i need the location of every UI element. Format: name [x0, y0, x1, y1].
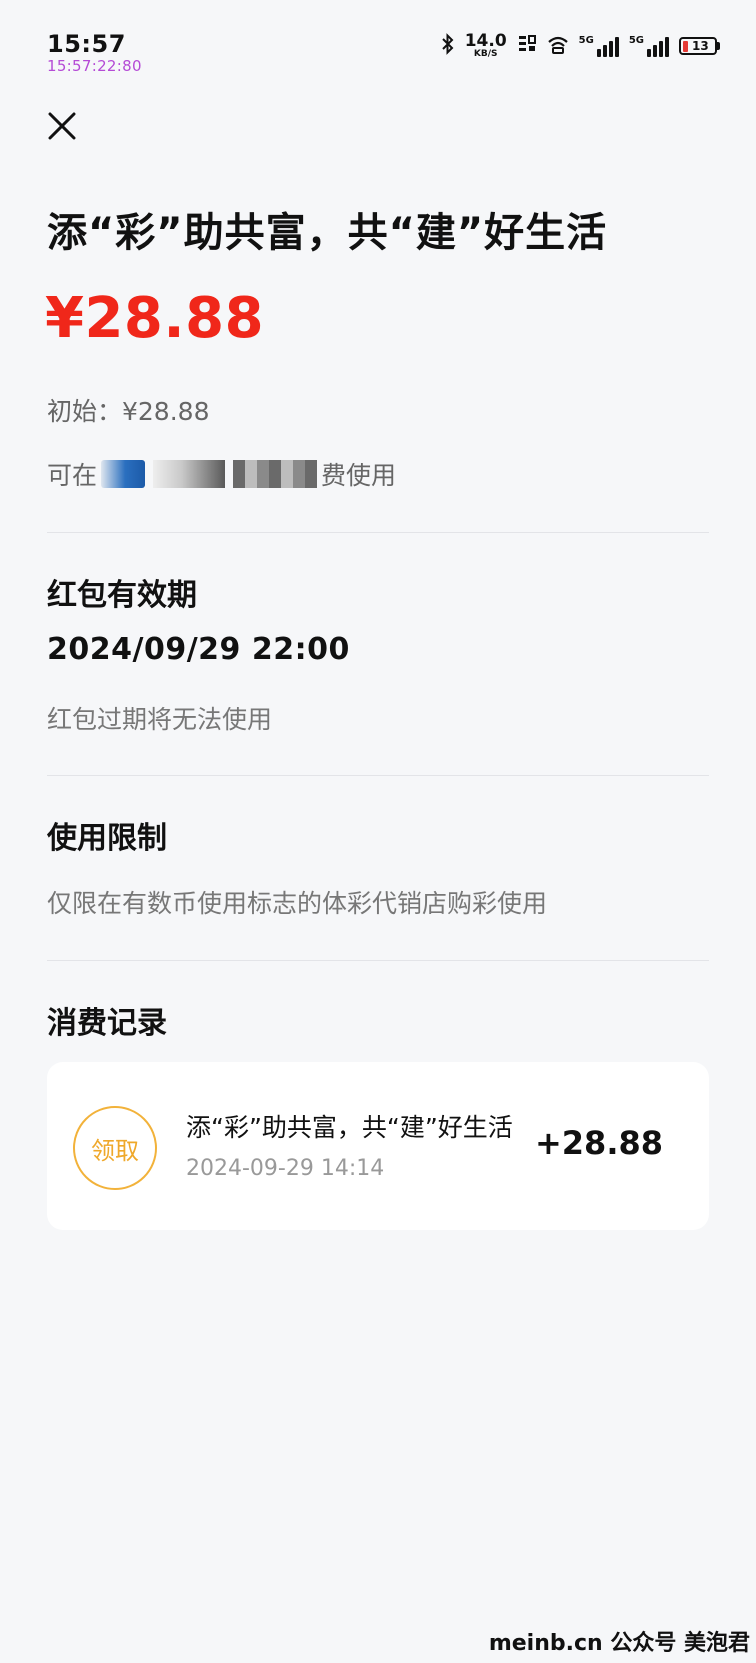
bluetooth-icon — [441, 33, 455, 59]
wifi-icon — [547, 33, 569, 59]
signal-sim2-icon: 5G — [629, 35, 669, 57]
watermark: meinb.cn 公众号 美泡君 — [488, 1631, 750, 1656]
usable-prefix: 可在 — [47, 461, 98, 490]
redacted-block — [153, 460, 226, 488]
status-time: 15:57 — [47, 30, 126, 58]
record-title: 添“彩”助共富，共“建”好生活 — [186, 1113, 513, 1142]
battery-icon: 13 — [679, 37, 720, 55]
redacted-block — [233, 460, 318, 488]
status-bar: 15:57 15:57:22:80 14.0 KB/S 5G 5G 13 — [0, 0, 756, 80]
divider — [47, 532, 709, 533]
close-button[interactable] — [44, 108, 80, 144]
initial-amount: 初始：¥28.88 — [47, 397, 210, 426]
usable-suffix: 费使用 — [321, 461, 397, 490]
divider — [47, 775, 709, 776]
restriction-text: 仅限在有数币使用标志的体彩代销店购彩使用 — [47, 889, 548, 918]
record-amount: +28.88 — [534, 1124, 663, 1162]
close-icon — [48, 112, 76, 140]
page-title: 添“彩”助共富，共“建”好生活 — [47, 210, 608, 256]
status-icons: 14.0 KB/S 5G 5G 13 — [441, 32, 720, 60]
record-item[interactable]: 领取 添“彩”助共富，共“建”好生活 2024-09-29 14:14 +28.… — [47, 1062, 709, 1230]
red-packet-amount: ¥28.88 — [45, 286, 265, 351]
record-time: 2024-09-29 14:14 — [186, 1156, 385, 1181]
validity-note: 红包过期将无法使用 — [47, 705, 273, 734]
validity-date: 2024/09/29 22:00 — [47, 632, 350, 667]
signal-sim1-icon: 5G — [579, 35, 619, 57]
restriction-heading: 使用限制 — [47, 821, 167, 856]
battery-level: 13 — [692, 39, 709, 53]
records-heading: 消费记录 — [47, 1006, 167, 1041]
validity-heading: 红包有效期 — [47, 578, 197, 613]
status-subtime: 15:57:22:80 — [47, 57, 142, 75]
page: 15:57 15:57:22:80 14.0 KB/S 5G 5G 13 添“彩… — [0, 0, 756, 1663]
net-speed: 14.0 KB/S — [464, 31, 507, 59]
sim-card-icon — [517, 33, 537, 59]
usable-scope: 可在 费使用 — [47, 456, 396, 492]
divider — [47, 960, 709, 961]
record-type-badge: 领取 — [73, 1106, 157, 1190]
redacted-block — [101, 460, 146, 488]
